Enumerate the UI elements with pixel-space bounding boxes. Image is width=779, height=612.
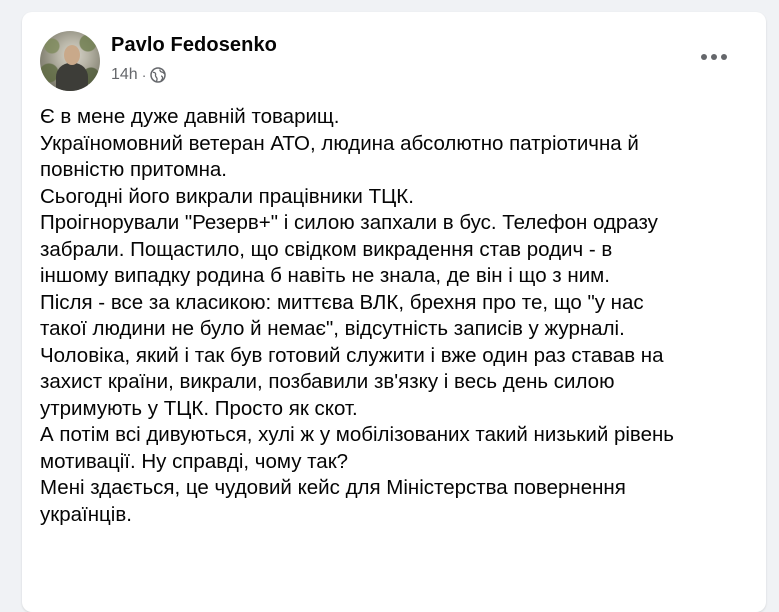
post-line: Мені здається, це чудовий кейс для Мініс… <box>40 476 626 499</box>
post-line: утримують у ТЦК. Просто як скот. <box>40 396 358 420</box>
post-line: Проігнорували "Резерв+" і силою запхали … <box>40 211 658 234</box>
author-name[interactable]: Pavlo Fedosenko <box>111 34 277 57</box>
globe-icon[interactable] <box>150 67 167 83</box>
post-line: повністю притомна. <box>40 158 228 181</box>
avatar-face <box>64 45 80 65</box>
post-line: Є в мене дуже давній товарищ. <box>40 105 340 128</box>
post-header: Pavlo Fedosenko 14h · <box>22 12 766 102</box>
post-line: іншому випадку родина б навіть не знала,… <box>40 264 610 287</box>
post-line: мотивації. Ну справді, чому так? <box>40 449 349 473</box>
post-line: Україномовний ветеран АТО, людина абсолю… <box>40 131 639 155</box>
post-line: захист країни, викрали, позбавили зв'язк… <box>40 370 615 393</box>
post-line: Сьогодні його викрали працівники ТЦК. <box>40 184 414 208</box>
more-horizontal-icon <box>701 54 727 60</box>
post-line: Чоловіка, який і так був готовий служити… <box>40 343 664 367</box>
post-text: Є в мене дуже давній товарищ. Україномов… <box>40 104 760 528</box>
post-line: Після - все за класикою: миттєва ВЛК, бр… <box>40 290 644 314</box>
post-time[interactable]: 14h <box>111 66 138 84</box>
avatar[interactable] <box>40 31 100 91</box>
post-line: такої людини не було й немає", відсутніс… <box>40 317 625 340</box>
post-line: українців. <box>40 502 132 526</box>
post-line: забрали. Пощастило, що свідком викраденн… <box>40 237 613 261</box>
post-card: Pavlo Fedosenko 14h · Є в мене дуже давн… <box>22 12 766 612</box>
post-meta: 14h · <box>111 64 167 86</box>
post-line: А потім всі дивуються, хулі ж у мобілізо… <box>40 423 674 446</box>
meta-separator: · <box>141 67 147 83</box>
more-options-button[interactable] <box>692 39 736 75</box>
avatar-body <box>56 63 88 91</box>
